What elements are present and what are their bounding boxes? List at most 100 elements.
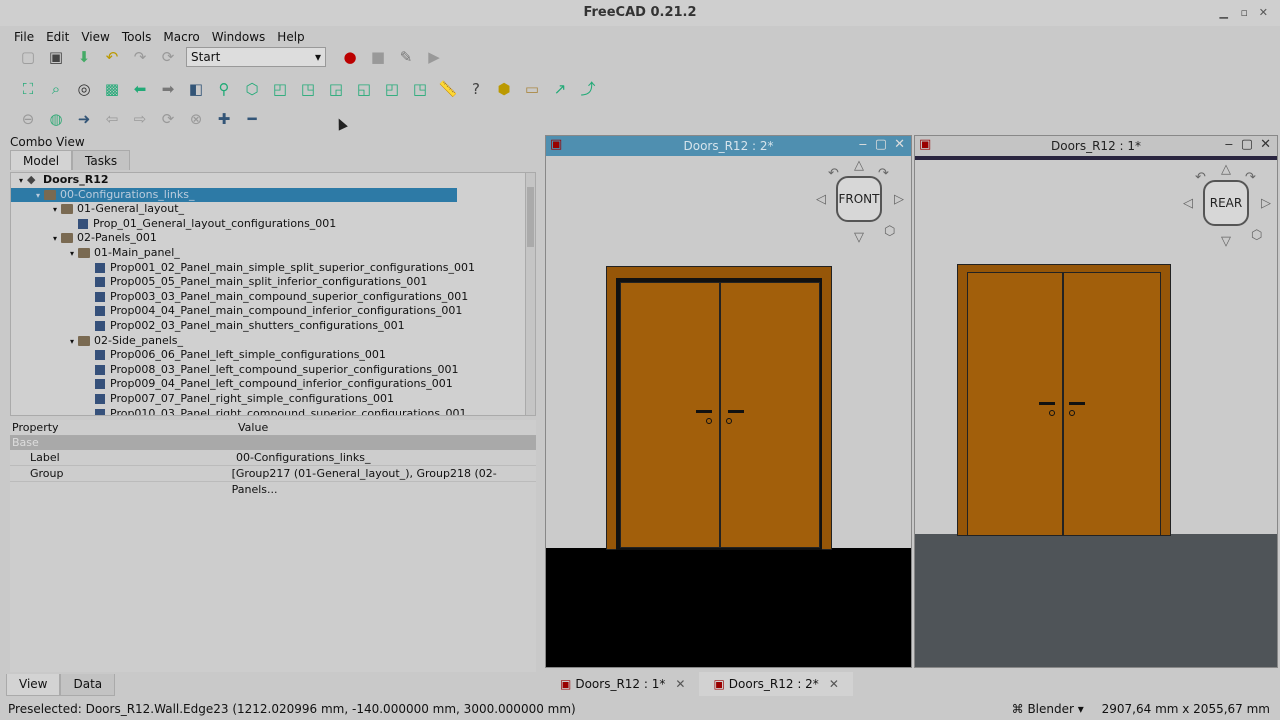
isometric-view-icon[interactable]: ⬡ bbox=[241, 78, 263, 100]
view-menu-icon[interactable]: ⬡ bbox=[884, 224, 895, 239]
globe-icon[interactable]: ◍ bbox=[45, 108, 67, 130]
rotate-left-icon[interactable]: ↶ bbox=[1195, 170, 1206, 185]
navcube-face[interactable]: FRONT bbox=[836, 176, 882, 222]
property-row-group[interactable]: Group [Group217 (01-General_layout_), Gr… bbox=[10, 466, 536, 496]
property-group-base[interactable]: Base bbox=[10, 436, 536, 450]
arrow-right-icon[interactable]: ▷ bbox=[894, 192, 904, 207]
new-file-icon[interactable]: ▢ bbox=[17, 46, 39, 68]
arrow-left-icon[interactable]: ◁ bbox=[1183, 196, 1193, 211]
make-link-icon[interactable]: ↗ bbox=[549, 78, 571, 100]
refresh-icon[interactable]: ⟳ bbox=[157, 46, 179, 68]
open-file-icon[interactable]: ▣ bbox=[45, 46, 67, 68]
link-actions-icon[interactable]: ⤴ bbox=[577, 78, 599, 100]
create-part-icon[interactable]: ⬢ bbox=[493, 78, 515, 100]
view-window-2[interactable]: Doors_R12 : 2* ▣ ‒ ▢ ✕ ↶ △ ↷ ◁ ▷ ▽ ⬡ FRO… bbox=[545, 135, 912, 668]
bounding-box-icon[interactable]: ▩ bbox=[101, 78, 123, 100]
property-value[interactable]: 00-Configurations_links_ bbox=[236, 450, 370, 465]
navigation-style[interactable]: Blender bbox=[1027, 702, 1074, 716]
3d-viewport[interactable]: ↶ △ ↷ ◁ ▷ ▽ ⬡ REAR bbox=[915, 156, 1277, 667]
save-icon[interactable]: ⬇ bbox=[73, 46, 95, 68]
arrow-down-icon[interactable]: ▽ bbox=[854, 230, 864, 245]
tree-item[interactable]: Prop010_03_Panel_right_compound_superior… bbox=[11, 407, 535, 415]
arrow-left-icon[interactable]: ◁ bbox=[816, 192, 826, 207]
arrow-up-icon[interactable]: △ bbox=[854, 158, 864, 173]
model-tree[interactable]: ▾ ◆ Doors_R12 ▾ 00-Configurations_links_ ▾ 01-… bbox=[10, 172, 536, 416]
rear-view-icon[interactable]: ◱ bbox=[353, 78, 375, 100]
tree-item[interactable]: Prop003_03_Panel_main_compound_superior_… bbox=[11, 290, 535, 305]
stop-macro-icon[interactable]: ■ bbox=[367, 46, 389, 68]
tree-item[interactable]: ▾ 01-Main_panel_ bbox=[11, 246, 535, 261]
front-view-icon[interactable]: ◰ bbox=[269, 78, 291, 100]
expand-arrow-icon[interactable]: ▾ bbox=[66, 247, 78, 262]
chevron-down-icon[interactable]: ▾ bbox=[1078, 702, 1084, 716]
redo-icon[interactable]: ↷ bbox=[129, 46, 151, 68]
fit-all-icon[interactable]: ⛶ bbox=[17, 78, 39, 100]
doc-tab-2[interactable]: ▣ Doors_R12 : 2* ✕ bbox=[699, 672, 853, 696]
navcube-face[interactable]: REAR bbox=[1203, 180, 1249, 226]
rotate-right-icon[interactable]: ↷ bbox=[1245, 170, 1256, 185]
top-view-icon[interactable]: ◳ bbox=[297, 78, 319, 100]
back-icon[interactable]: ⬅ bbox=[129, 78, 151, 100]
navigation-cube[interactable]: ↶ △ ↷ ◁ ▷ ▽ ⬡ FRONT bbox=[814, 158, 904, 248]
zoom-icon[interactable]: ⚲ bbox=[213, 78, 235, 100]
arrow-up-icon[interactable]: △ bbox=[1221, 162, 1231, 177]
close-icon[interactable]: ✕ bbox=[1260, 137, 1271, 152]
minimize-icon[interactable]: ▁ bbox=[1220, 0, 1228, 26]
arrow-down-icon[interactable]: ▽ bbox=[1221, 234, 1231, 249]
tree-item[interactable]: ▾ 01-General_layout_ bbox=[11, 202, 535, 217]
expand-arrow-icon[interactable]: ▾ bbox=[15, 174, 27, 189]
sync-view-icon[interactable]: ◧ bbox=[185, 78, 207, 100]
measure-icon[interactable]: 📏 bbox=[437, 78, 459, 100]
property-value[interactable]: [Group217 (01-General_layout_), Group218… bbox=[232, 466, 536, 496]
expand-arrow-icon[interactable]: ▾ bbox=[49, 232, 61, 247]
minimize-icon[interactable]: ‒ bbox=[859, 137, 867, 152]
right-view-icon[interactable]: ◲ bbox=[325, 78, 347, 100]
maximize-icon[interactable]: ▢ bbox=[875, 137, 887, 152]
execute-macro-icon[interactable]: ▶ bbox=[423, 46, 445, 68]
tree-item[interactable]: Prop004_04_Panel_main_compound_inferior_… bbox=[11, 304, 535, 319]
tree-item[interactable]: ▾ 02-Side_panels_ bbox=[11, 334, 535, 349]
close-icon[interactable]: ✕ bbox=[1259, 0, 1268, 26]
view-menu-icon[interactable]: ⬡ bbox=[1251, 228, 1262, 243]
record-macro-icon[interactable]: ● bbox=[339, 46, 361, 68]
tree-item[interactable]: Prop007_07_Panel_right_simple_configurat… bbox=[11, 392, 535, 407]
tree-item[interactable]: Prop_01_General_layout_configurations_00… bbox=[11, 217, 535, 232]
fit-selection-icon[interactable]: ⌕ bbox=[45, 78, 67, 100]
tree-item[interactable]: Prop005_05_Panel_main_split_inferior_con… bbox=[11, 275, 535, 290]
tab-view[interactable]: View bbox=[6, 674, 61, 696]
tree-item[interactable]: ▾ 02-Panels_001 bbox=[11, 231, 535, 246]
tree-item[interactable]: Prop009_04_Panel_left_compound_inferior_… bbox=[11, 377, 535, 392]
left-view-icon[interactable]: ◳ bbox=[409, 78, 431, 100]
close-tab-icon[interactable]: ✕ bbox=[675, 672, 685, 696]
rotate-left-icon[interactable]: ↶ bbox=[828, 166, 839, 181]
tab-tasks[interactable]: Tasks bbox=[72, 150, 131, 170]
tree-item[interactable]: Prop008_03_Panel_left_compound_superior_… bbox=[11, 363, 535, 378]
minimize-icon[interactable]: ‒ bbox=[1225, 137, 1233, 152]
doc-tab-1[interactable]: ▣ Doors_R12 : 1* ✕ bbox=[546, 672, 699, 696]
expand-arrow-icon[interactable]: ▾ bbox=[66, 335, 78, 350]
arrow-right-icon[interactable]: ➜ bbox=[73, 108, 95, 130]
tree-item[interactable]: Prop001_02_Panel_main_simple_split_super… bbox=[11, 261, 535, 276]
nav-forward-icon[interactable]: ⇨ bbox=[129, 108, 151, 130]
stop-icon[interactable]: ⊖ bbox=[17, 108, 39, 130]
edit-macro-icon[interactable]: ✎ bbox=[395, 46, 417, 68]
tree-item[interactable]: ▾ 00-Configurations_links_ bbox=[11, 187, 457, 204]
whats-this-icon[interactable]: ? bbox=[465, 78, 487, 100]
expand-arrow-icon[interactable]: ▾ bbox=[32, 189, 44, 204]
forward-icon[interactable]: ➡ bbox=[157, 78, 179, 100]
nav-back-icon[interactable]: ⇦ bbox=[101, 108, 123, 130]
3d-viewport[interactable]: ↶ △ ↷ ◁ ▷ ▽ ⬡ FRONT bbox=[546, 156, 911, 667]
close-icon[interactable]: ✕ bbox=[894, 137, 905, 152]
tree-item[interactable]: Prop006_06_Panel_left_simple_configurati… bbox=[11, 348, 535, 363]
tree-item[interactable]: ▾ ◆ Doors_R12 bbox=[11, 173, 535, 188]
stop-load-icon[interactable]: ⊗ bbox=[185, 108, 207, 130]
navigation-cube[interactable]: ↶ △ ↷ ◁ ▷ ▽ ⬡ REAR bbox=[1181, 162, 1271, 252]
tree-item[interactable]: Prop002_03_Panel_main_shutters_configura… bbox=[11, 319, 535, 334]
maximize-icon[interactable]: ▫ bbox=[1241, 0, 1248, 26]
tab-data[interactable]: Data bbox=[60, 674, 116, 696]
view-window-1[interactable]: Doors_R12 : 1* ▣ ‒ ▢ ✕ ↶ △ ↷ ◁ ▷ ▽ ⬡ REA… bbox=[914, 135, 1278, 668]
reload-icon[interactable]: ⟳ bbox=[157, 108, 179, 130]
bottom-view-icon[interactable]: ◰ bbox=[381, 78, 403, 100]
arrow-right-icon[interactable]: ▷ bbox=[1261, 196, 1271, 211]
draw-style-icon[interactable]: ◎ bbox=[73, 78, 95, 100]
